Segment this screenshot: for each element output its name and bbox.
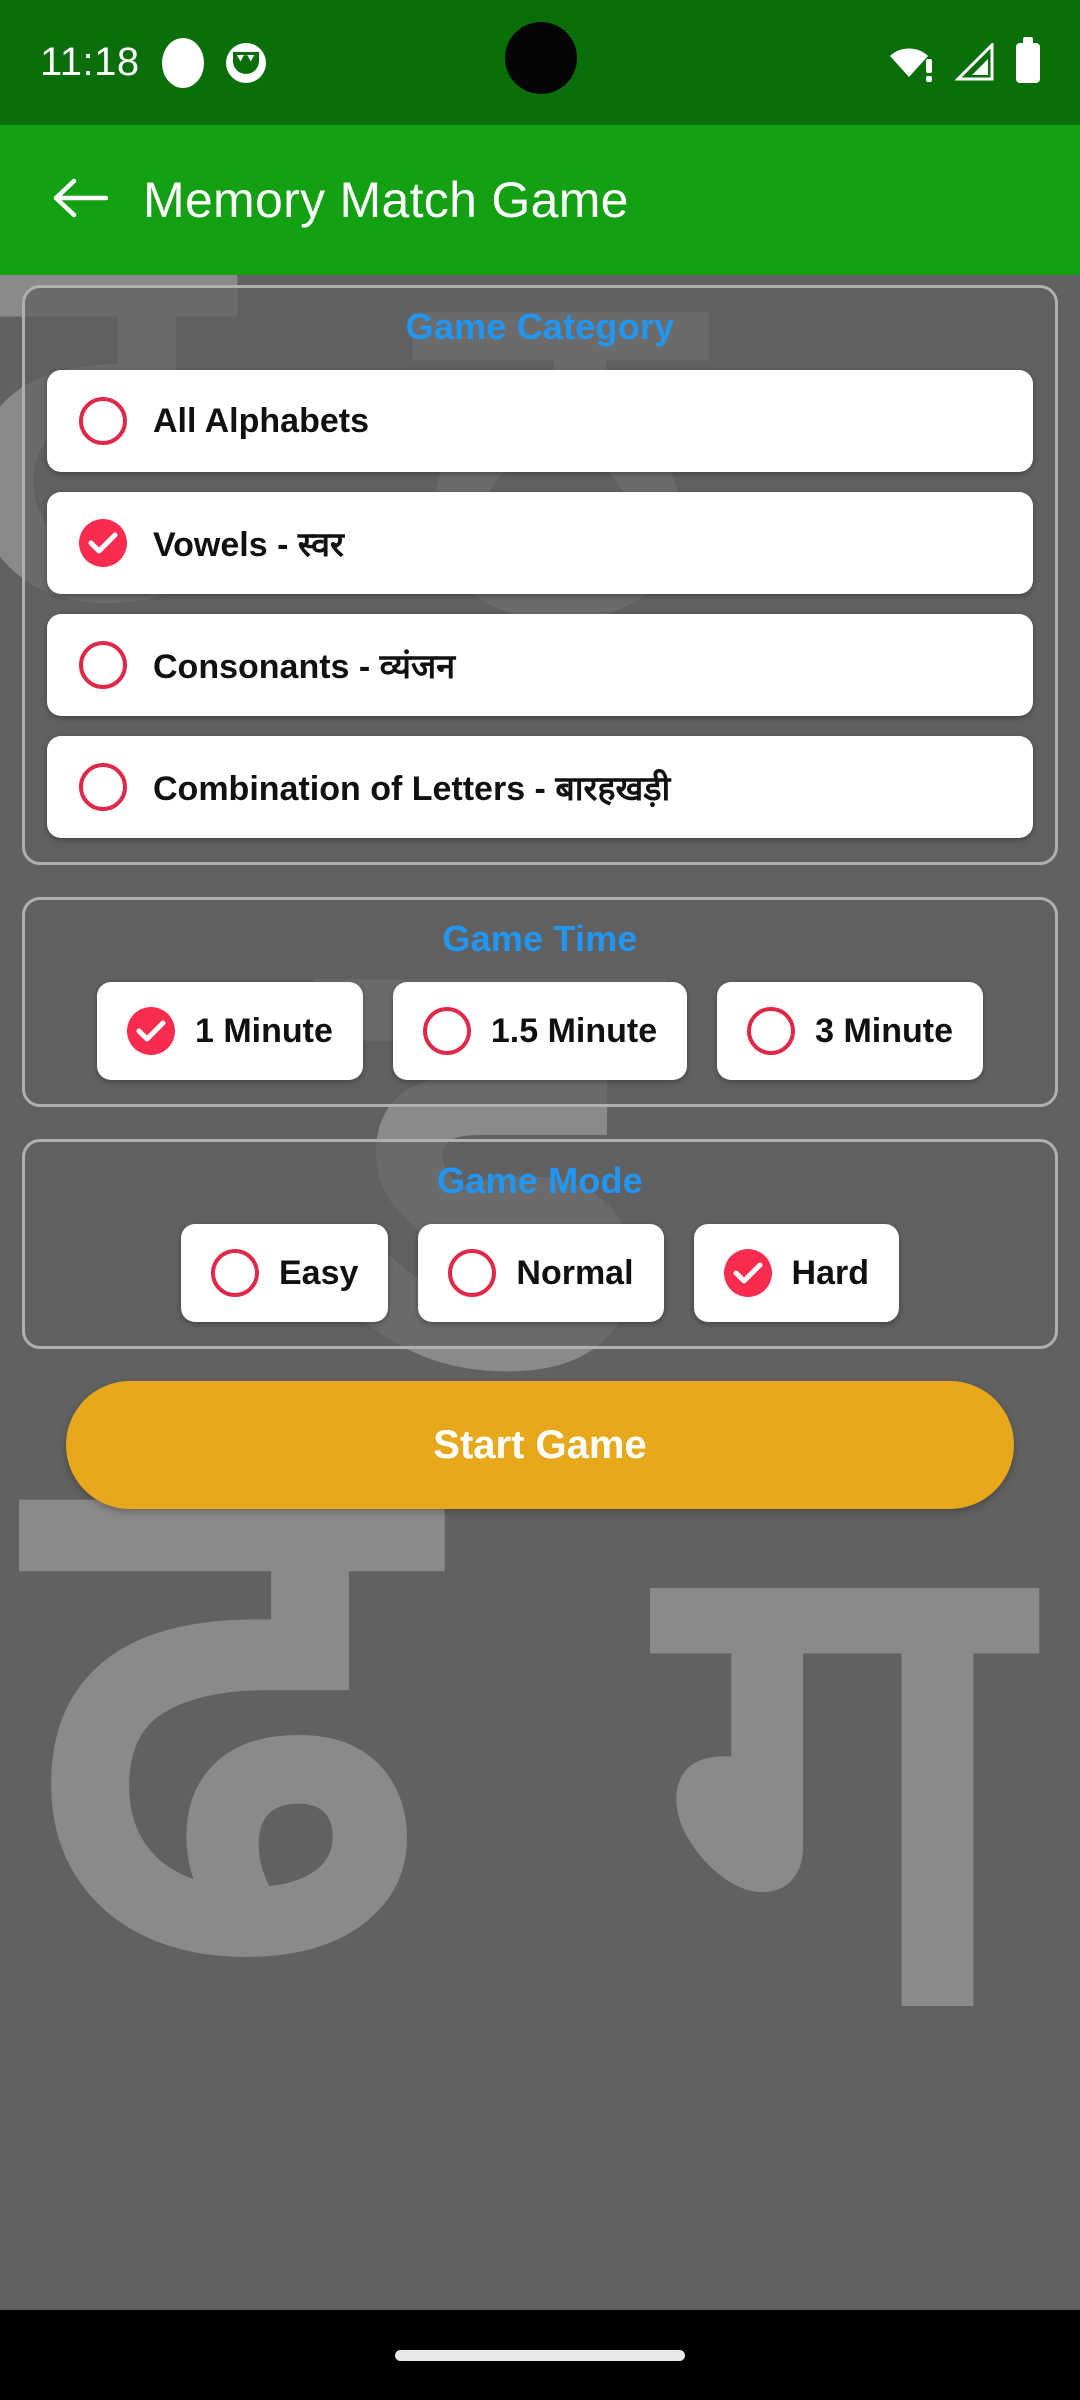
page-title: Memory Match Game bbox=[143, 172, 629, 228]
start-game-button[interactable]: Start Game bbox=[66, 1381, 1014, 1509]
radio-unselected-icon[interactable] bbox=[448, 1249, 497, 1297]
mode-option-label: Normal bbox=[516, 1253, 634, 1292]
category-option-vowels[interactable]: Vowels - स्वर bbox=[47, 492, 1033, 594]
home-gesture-pill[interactable] bbox=[395, 2349, 685, 2361]
time-option-1-minute[interactable]: 1 Minute bbox=[96, 982, 363, 1080]
circle-indicator-icon bbox=[161, 37, 204, 88]
mode-option-easy[interactable]: Easy bbox=[180, 1224, 389, 1322]
mode-option-hard[interactable]: Hard bbox=[693, 1224, 899, 1322]
time-option-label: 1.5 Minute bbox=[490, 1011, 658, 1050]
time-option-label: 3 Minute bbox=[815, 1011, 954, 1050]
section-game-mode: Game Mode Easy Normal Hard bbox=[22, 1139, 1058, 1349]
category-option-combination-of-letters[interactable]: Combination of Letters - बारहखड़ी bbox=[47, 736, 1033, 838]
category-option-label: Vowels - स्वर bbox=[153, 526, 344, 564]
radio-unselected-icon[interactable] bbox=[422, 1007, 471, 1055]
watermark-glyph: ग bbox=[660, 1402, 1021, 2147]
app-bar: Memory Match Game bbox=[0, 125, 1080, 275]
cat-notification-icon bbox=[225, 42, 266, 83]
mode-option-label: Easy bbox=[278, 1253, 359, 1292]
radio-unselected-icon[interactable] bbox=[747, 1007, 796, 1055]
status-bar-left: 11:18 bbox=[40, 37, 266, 88]
settings-scroll-area[interactable]: Game Category All Alphabets Vowels - स्व… bbox=[0, 275, 1080, 1509]
mode-option-normal[interactable]: Normal bbox=[418, 1224, 664, 1322]
game-time-options: 1 Minute 1.5 Minute 3 Minute bbox=[47, 982, 1033, 1080]
game-mode-options: Easy Normal Hard bbox=[47, 1224, 1033, 1322]
time-option-label: 1 Minute bbox=[194, 1011, 333, 1050]
start-game-button-label: Start Game bbox=[433, 1422, 647, 1467]
system-navigation-bar bbox=[0, 2310, 1080, 2400]
camera-cutout bbox=[505, 22, 577, 94]
category-option-label: All Alphabets bbox=[153, 401, 369, 440]
section-game-time: Game Time 1 Minute 1.5 Minute 3 Minute bbox=[22, 897, 1058, 1107]
radio-unselected-icon[interactable] bbox=[210, 1249, 259, 1297]
time-option-3-minute[interactable]: 3 Minute bbox=[717, 982, 984, 1080]
radio-unselected-icon[interactable] bbox=[79, 763, 127, 811]
section-title-game-category: Game Category bbox=[405, 306, 675, 347]
back-button[interactable] bbox=[25, 145, 135, 255]
section-game-category: Game Category All Alphabets Vowels - स्व… bbox=[22, 285, 1058, 865]
radio-selected-icon[interactable] bbox=[126, 1007, 175, 1055]
cellular-signal-off-icon bbox=[954, 40, 998, 83]
status-bar-right bbox=[888, 36, 1040, 83]
radio-selected-icon[interactable] bbox=[79, 519, 127, 567]
radio-selected-icon[interactable] bbox=[723, 1249, 772, 1297]
category-option-label: Consonants - व्यंजन bbox=[153, 648, 456, 686]
section-title-game-time: Game Time bbox=[442, 918, 638, 959]
main-content: ट ठ ड ढ ग Game Category All Alphabets bbox=[0, 275, 1080, 2310]
phone-screen: 11:18 Memory Match Game ढ ग Game Categor… bbox=[0, 0, 1080, 2400]
battery-full-icon bbox=[1016, 36, 1040, 83]
wifi-warning-icon bbox=[888, 43, 936, 83]
radio-unselected-icon[interactable] bbox=[79, 397, 127, 445]
radio-unselected-icon[interactable] bbox=[79, 641, 127, 689]
status-clock: 11:18 bbox=[40, 40, 140, 84]
time-option-1-5-minute[interactable]: 1.5 Minute bbox=[392, 982, 688, 1080]
section-title-game-mode: Game Mode bbox=[437, 1160, 643, 1201]
category-option-label: Combination of Letters - बारहखड़ी bbox=[153, 770, 671, 808]
category-option-all-alphabets[interactable]: All Alphabets bbox=[47, 370, 1033, 472]
mode-option-label: Hard bbox=[791, 1253, 869, 1292]
category-option-consonants[interactable]: Consonants - व्यंजन bbox=[47, 614, 1033, 716]
back-arrow-icon bbox=[52, 176, 109, 225]
